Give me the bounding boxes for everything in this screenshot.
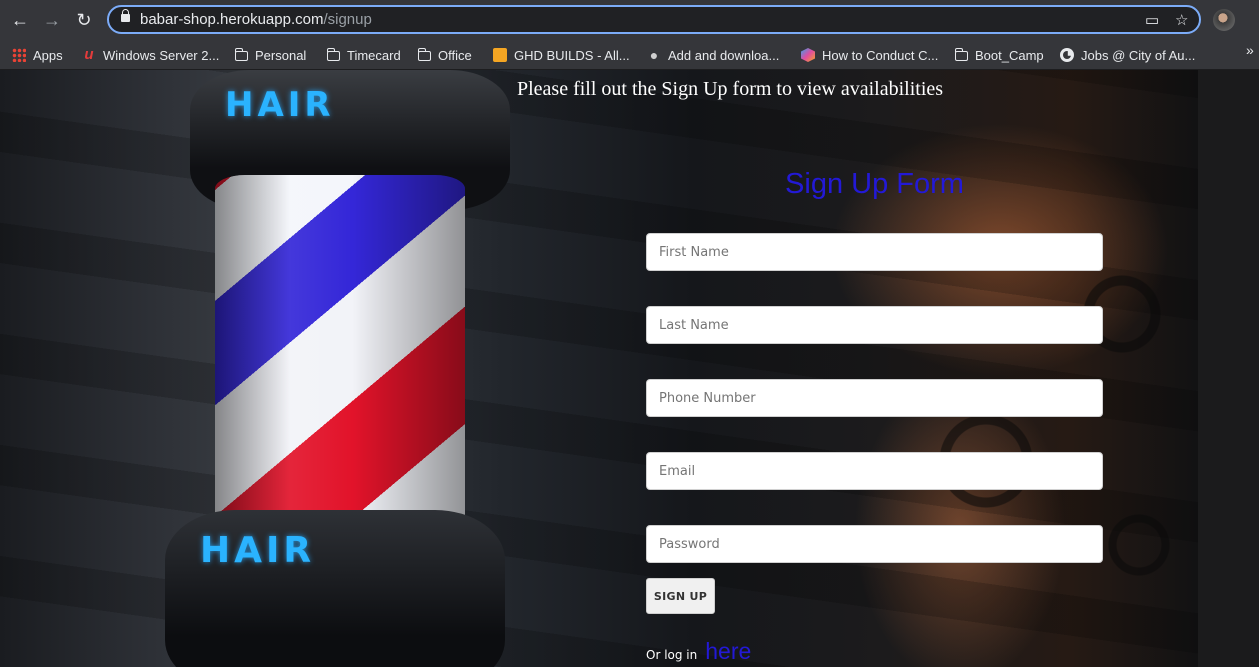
background-ironwork [850,230,1190,650]
u-icon: u [84,46,94,63]
last-name-input[interactable] [646,306,1103,344]
url-path: /signup [323,11,372,28]
first-name-input[interactable] [646,233,1103,271]
bookmark-label: GHD BUILDS - All... [514,47,630,63]
bookmark-label: Jobs @ City of Au... [1081,47,1196,63]
barber-pole-image: HAIR HAIR [165,70,510,667]
bookmark-ghd-builds[interactable]: GHD BUILDS - All... [493,44,630,66]
bookmark-add-and-download[interactable]: ● Add and downloa... [647,44,780,66]
apple-icon: ● [649,47,659,63]
bookmark-label: Add and downloa... [668,47,780,63]
browser-toolbar: ← → ↻ babar-shop.herokuapp.com/signup ▭ … [0,0,1259,40]
bookmark-windows-server[interactable]: u Windows Server 2... [82,44,219,66]
pole-stripes [215,175,465,535]
hexagon-icon [801,48,815,62]
login-prompt-text: Or log in [646,648,698,662]
bookmark-label: Timecard [347,47,401,63]
profile-avatar[interactable] [1213,9,1235,31]
bookmark-timecard[interactable]: Timecard [326,44,401,66]
cast-icon[interactable]: ▭ [1145,11,1159,29]
pole-logo-top: HAIR [225,85,335,125]
folder-icon [954,48,968,61]
bookmark-label: Personal [255,47,307,63]
lock-icon[interactable] [121,9,130,22]
ghd-icon [493,48,507,62]
bookmark-jobs-city[interactable]: Jobs @ City of Au... [1060,44,1195,66]
email-input[interactable] [646,452,1103,490]
url-domain: babar-shop.herokuapp.com [140,11,324,28]
folder-icon [326,48,340,61]
login-link[interactable]: here [705,638,751,664]
bookmark-label: Boot_Camp [975,47,1044,63]
page-viewport: HAIR HAIR Please fill out the Sign Up fo… [0,70,1259,667]
bookmark-office[interactable]: Office [417,44,472,66]
back-arrow-icon[interactable]: ← [8,8,32,32]
login-prompt: Or log in here [646,638,751,665]
sign-up-button[interactable]: SIGN UP [646,578,715,614]
apps-icon [12,48,26,62]
bookmark-label: Office [438,47,472,63]
bookmark-boot-camp[interactable]: Boot_Camp [954,44,1044,66]
bookmarks-overflow-icon[interactable]: » [1246,42,1254,58]
bookmark-personal[interactable]: Personal [234,44,307,66]
folder-icon [234,48,248,61]
bookmark-label: Windows Server 2... [103,47,220,63]
bookmark-label: How to Conduct C... [822,47,939,63]
forward-arrow-icon[interactable]: → [40,8,64,32]
phone-input[interactable] [646,379,1103,417]
password-input[interactable] [646,525,1103,563]
form-title: Sign Up Form [785,168,964,200]
page-headline: Please fill out the Sign Up form to view… [517,78,944,100]
bookmarks-bar: Apps u Windows Server 2... Personal Timec… [0,40,1259,70]
bookmark-label: Apps [33,47,63,63]
folder-icon [417,48,431,61]
globe-icon [1060,48,1074,62]
pole-logo-bottom: HAIR [200,530,316,571]
bookmark-apps[interactable]: Apps [12,44,63,66]
star-icon[interactable]: ☆ [1175,11,1188,29]
url-text[interactable]: babar-shop.herokuapp.com/signup [140,11,372,28]
reload-icon[interactable]: ↻ [72,8,96,32]
address-bar[interactable]: babar-shop.herokuapp.com/signup ▭ ☆ [107,5,1201,34]
bookmark-how-to-conduct[interactable]: How to Conduct C... [801,44,938,66]
background-edge [1198,70,1259,667]
